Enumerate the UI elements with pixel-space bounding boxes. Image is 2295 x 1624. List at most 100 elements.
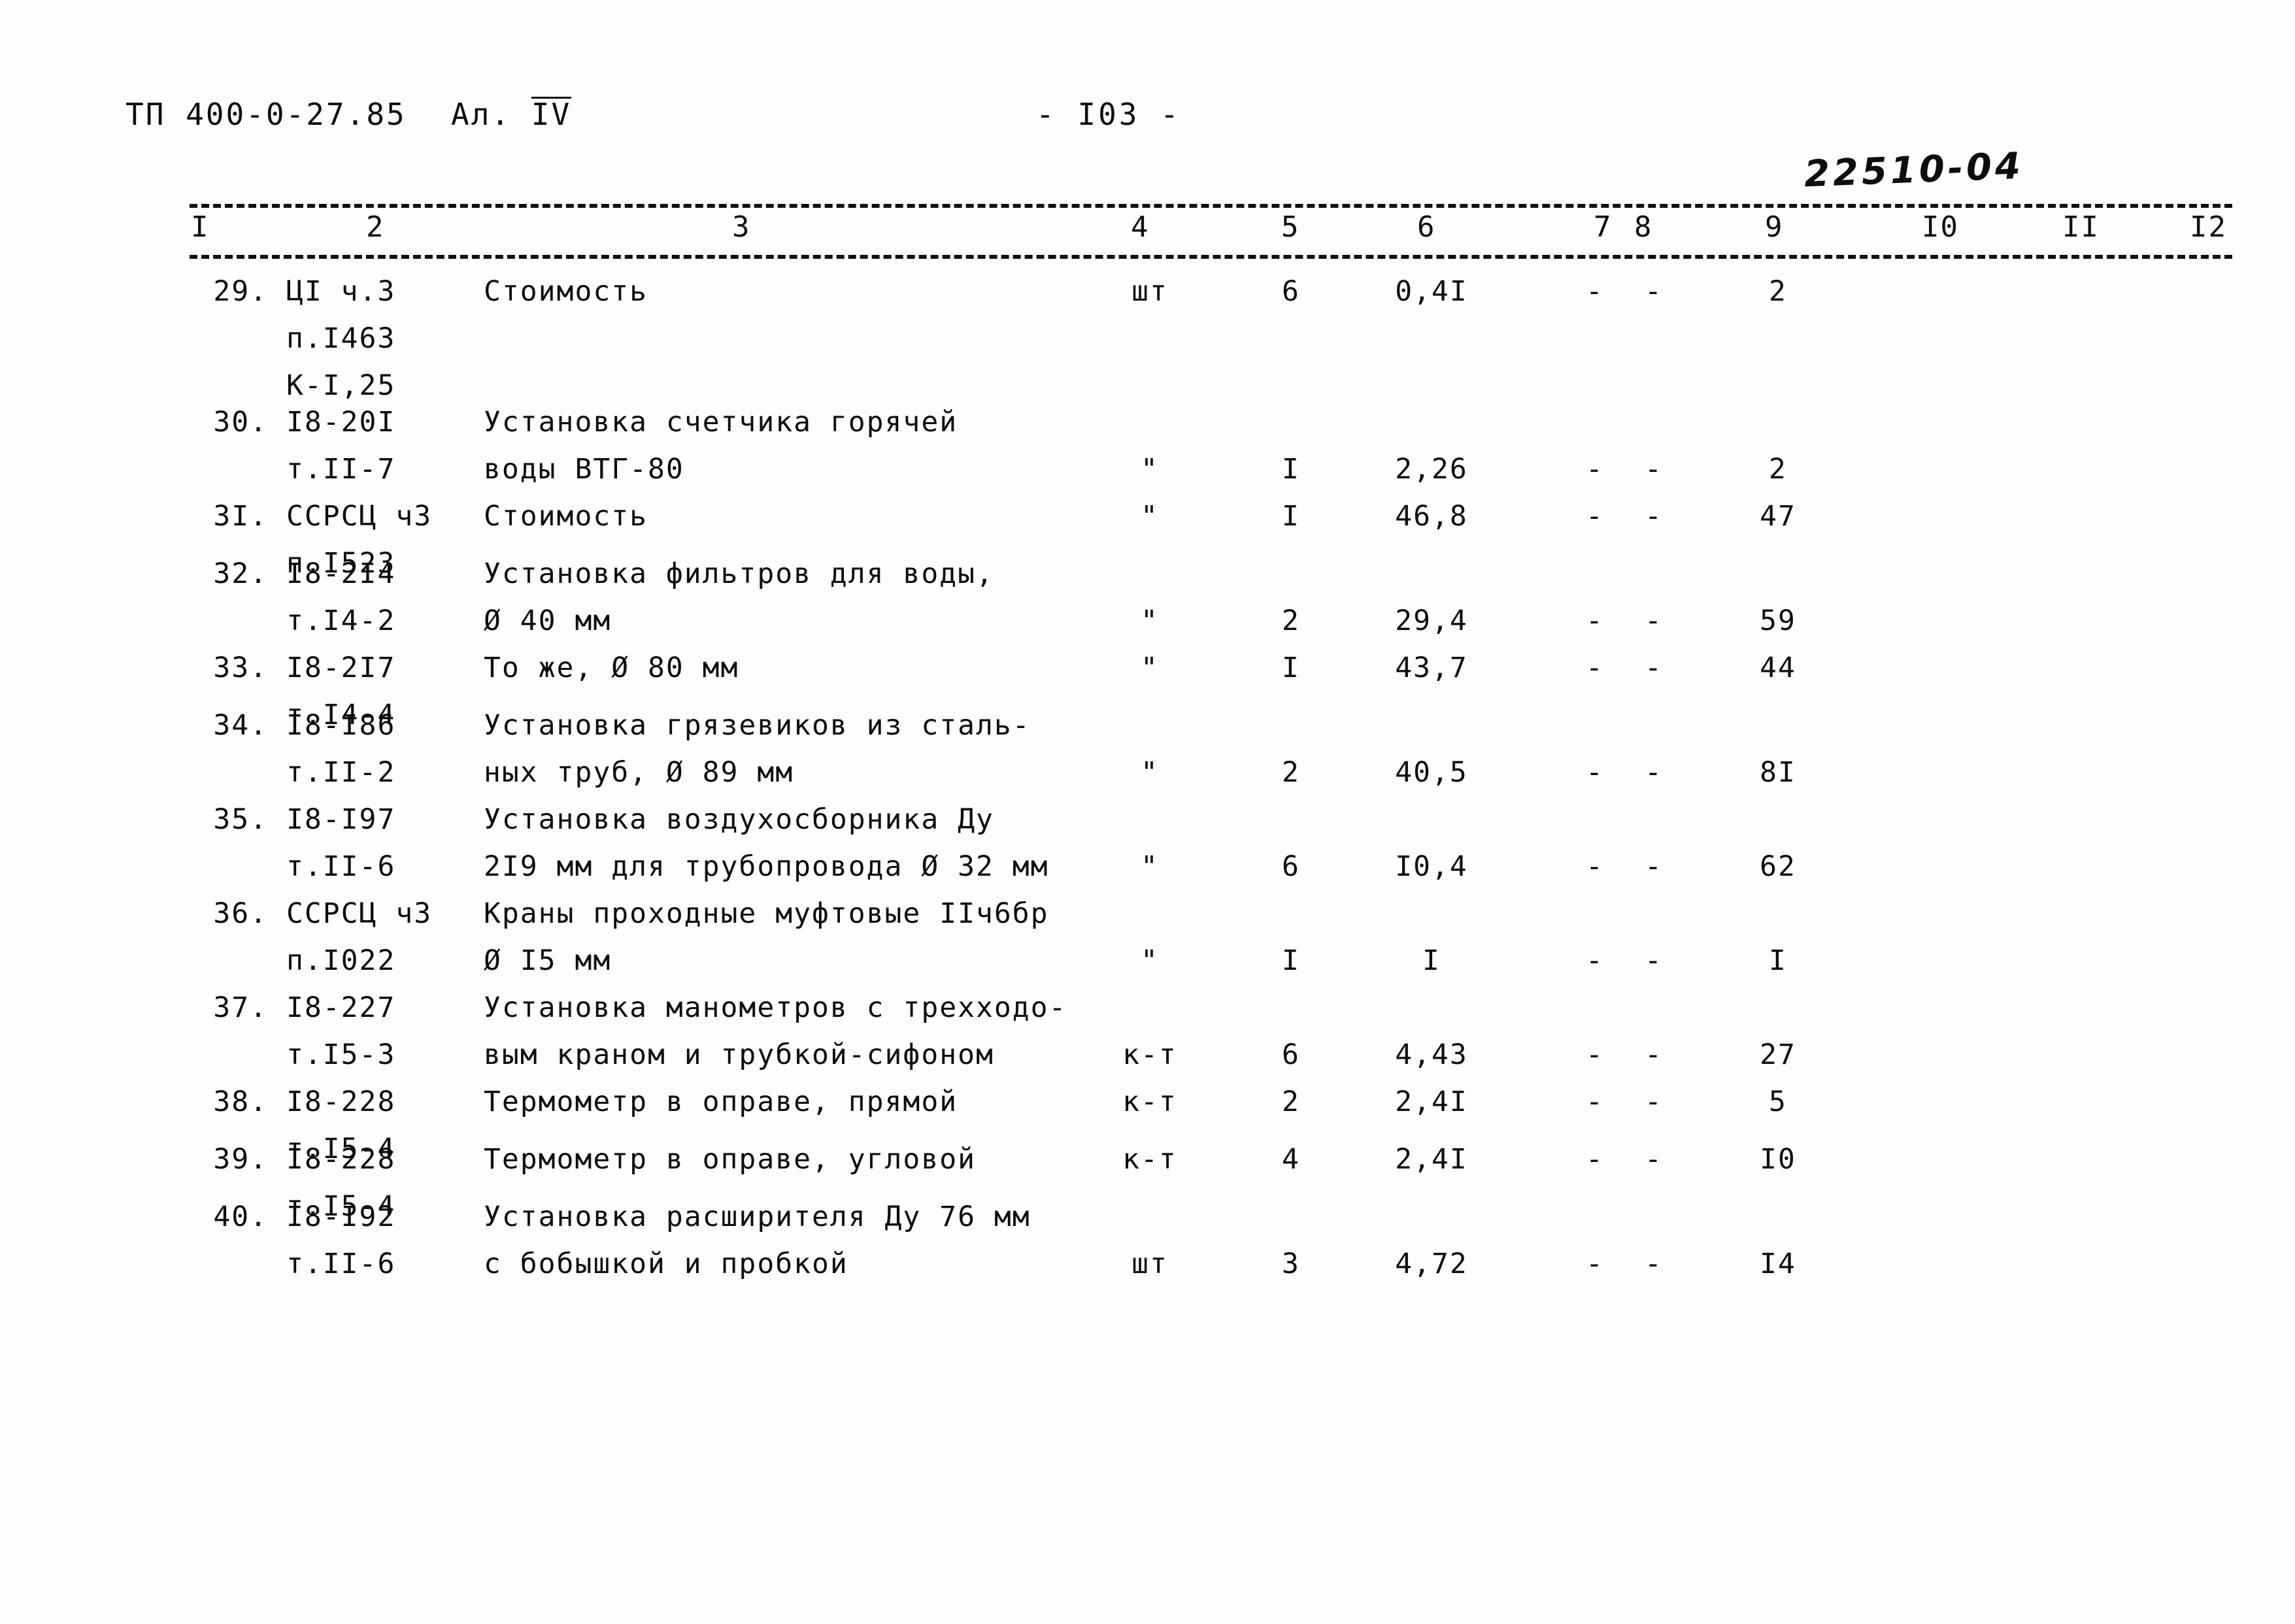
row-total: 47 [1760, 500, 1796, 533]
row-total: 2 [1769, 275, 1787, 308]
row-number: 36. [213, 897, 268, 930]
row-unit-price: 2,4I [1395, 1085, 1468, 1118]
row-quantity: 6 [1282, 1038, 1300, 1071]
row-number: 30. [213, 406, 268, 439]
row-quantity: I [1282, 500, 1300, 533]
row-unit-price: 2,26 [1395, 453, 1468, 486]
row-unit-price: 2,4I [1395, 1143, 1468, 1176]
row-col7-value: - [1586, 944, 1604, 977]
row-code-line-1: I8-2I7 [286, 652, 396, 684]
row-col8-value: - [1645, 605, 1663, 637]
row-unit: к-т [1122, 1143, 1177, 1176]
row-total: I0 [1760, 1143, 1796, 1176]
row-col8-value: - [1645, 1085, 1663, 1118]
row-unit-price: 4,43 [1395, 1038, 1468, 1071]
row-unit-price: 40,5 [1395, 756, 1468, 789]
row-col7-value: - [1586, 275, 1604, 308]
row-description-line-2: Ø I5 мм [484, 944, 612, 977]
column-number-12: I2 [2190, 210, 2227, 244]
row-unit: " [1141, 500, 1159, 533]
row-unit: " [1141, 605, 1159, 637]
row-unit: к-т [1122, 1085, 1177, 1118]
row-description-line-1: Установка манометров с трехходо- [484, 991, 1067, 1024]
page-header: ТП 400-0-27.85 Ал. IV - I03 - [0, 97, 2295, 156]
row-total: I [1769, 944, 1787, 977]
row-description-line-1: Установка счетчика горячей [484, 406, 958, 439]
table-top-dashed-rule [190, 204, 2232, 208]
row-col8-value: - [1645, 275, 1663, 308]
row-description-line-1: То же, Ø 80 мм [484, 652, 739, 684]
document-page: ТП 400-0-27.85 Ал. IV - I03 - 22510-04 I… [0, 0, 2295, 1624]
row-number: 35. [213, 803, 268, 836]
row-unit: к-т [1122, 1038, 1177, 1071]
row-description-line-1: Установка воздухосборника Ду [484, 803, 994, 836]
table-header-bottom-dashed-rule [190, 255, 2232, 259]
row-description-line-1: Стоимость [484, 500, 648, 533]
row-unit: " [1141, 652, 1159, 684]
row-total: 8I [1760, 756, 1796, 789]
page-number: - I03 - [1036, 97, 1181, 132]
handwritten-stamp-number: 22510-04 [1803, 144, 2025, 196]
row-number: 34. [213, 709, 268, 742]
row-number: 38. [213, 1085, 268, 1118]
row-unit-price: 43,7 [1395, 652, 1468, 684]
column-number-9: 9 [1765, 210, 1784, 244]
row-col8-value: - [1645, 1038, 1663, 1071]
row-description-line-2: 2I9 мм для трубопровода Ø 32 мм [484, 850, 1049, 883]
row-total: 62 [1760, 850, 1796, 883]
row-description-line-2: вым краном и трубкой-сифоном [484, 1038, 994, 1071]
row-description-line-2: воды ВТГ-80 [484, 453, 684, 486]
row-code-line-1: I8-I97 [286, 803, 396, 836]
row-col8-value: - [1645, 756, 1663, 789]
row-code-line-1: I8-2I4 [286, 557, 396, 590]
row-code-line-1: I8-I92 [286, 1201, 396, 1233]
column-number-7: 7 [1594, 210, 1613, 244]
row-quantity: I [1282, 652, 1300, 684]
row-col7-value: - [1586, 652, 1604, 684]
row-code-line-2: п.I022 [286, 944, 396, 977]
row-col7-value: - [1586, 1038, 1604, 1071]
document-code: ТП 400-0-27.85 [126, 97, 407, 132]
row-col8-value: - [1645, 1143, 1663, 1176]
column-number-4: 4 [1131, 210, 1150, 244]
row-unit-price: 46,8 [1395, 500, 1468, 533]
row-col7-value: - [1586, 756, 1604, 789]
row-number: 33. [213, 652, 268, 684]
row-description-line-1: Стоимость [484, 275, 648, 308]
row-col8-value: - [1645, 453, 1663, 486]
row-col8-value: - [1645, 850, 1663, 883]
album-label: Ал. IV [451, 97, 572, 132]
column-number-1: I [191, 210, 210, 244]
row-description-line-2: Ø 40 мм [484, 605, 612, 637]
row-code-line-2: т.I5-3 [286, 1038, 396, 1071]
row-code-line-1: I8-20I [286, 406, 396, 439]
row-unit: " [1141, 453, 1159, 486]
row-col7-value: - [1586, 1085, 1604, 1118]
row-total: 27 [1760, 1038, 1796, 1071]
row-description-line-1: Термометр в оправе, прямой [484, 1085, 958, 1118]
row-code-line-1: I8-227 [286, 991, 396, 1024]
row-col7-value: - [1586, 605, 1604, 637]
row-total: 2 [1769, 453, 1787, 486]
row-unit-price: 4,72 [1395, 1248, 1468, 1280]
row-quantity: 6 [1282, 275, 1300, 308]
row-unit: шт [1131, 275, 1168, 308]
row-description-line-1: Установка расширителя Ду 76 мм [484, 1201, 1031, 1233]
row-code-line-1: I8-I86 [286, 709, 396, 742]
row-code-line-1: I8-228 [286, 1143, 396, 1176]
row-unit: шт [1131, 1248, 1168, 1280]
column-number-5: 5 [1281, 210, 1300, 244]
row-code-line-1: I8-228 [286, 1085, 396, 1118]
column-number-11: II [2062, 210, 2100, 244]
row-unit-price: I0,4 [1395, 850, 1468, 883]
row-quantity: 3 [1282, 1248, 1300, 1280]
row-quantity: 2 [1282, 605, 1300, 637]
column-number-10: I0 [1922, 210, 1959, 244]
row-total: I4 [1760, 1248, 1796, 1280]
row-col7-value: - [1586, 453, 1604, 486]
row-col8-value: - [1645, 944, 1663, 977]
row-description-line-2: с бобышкой и пробкой [484, 1248, 848, 1280]
row-code-line-2: т.II-6 [286, 850, 396, 883]
row-description-line-1: Краны проходные муфтовые IIч6бр [484, 897, 1049, 930]
row-number: 39. [213, 1143, 268, 1176]
